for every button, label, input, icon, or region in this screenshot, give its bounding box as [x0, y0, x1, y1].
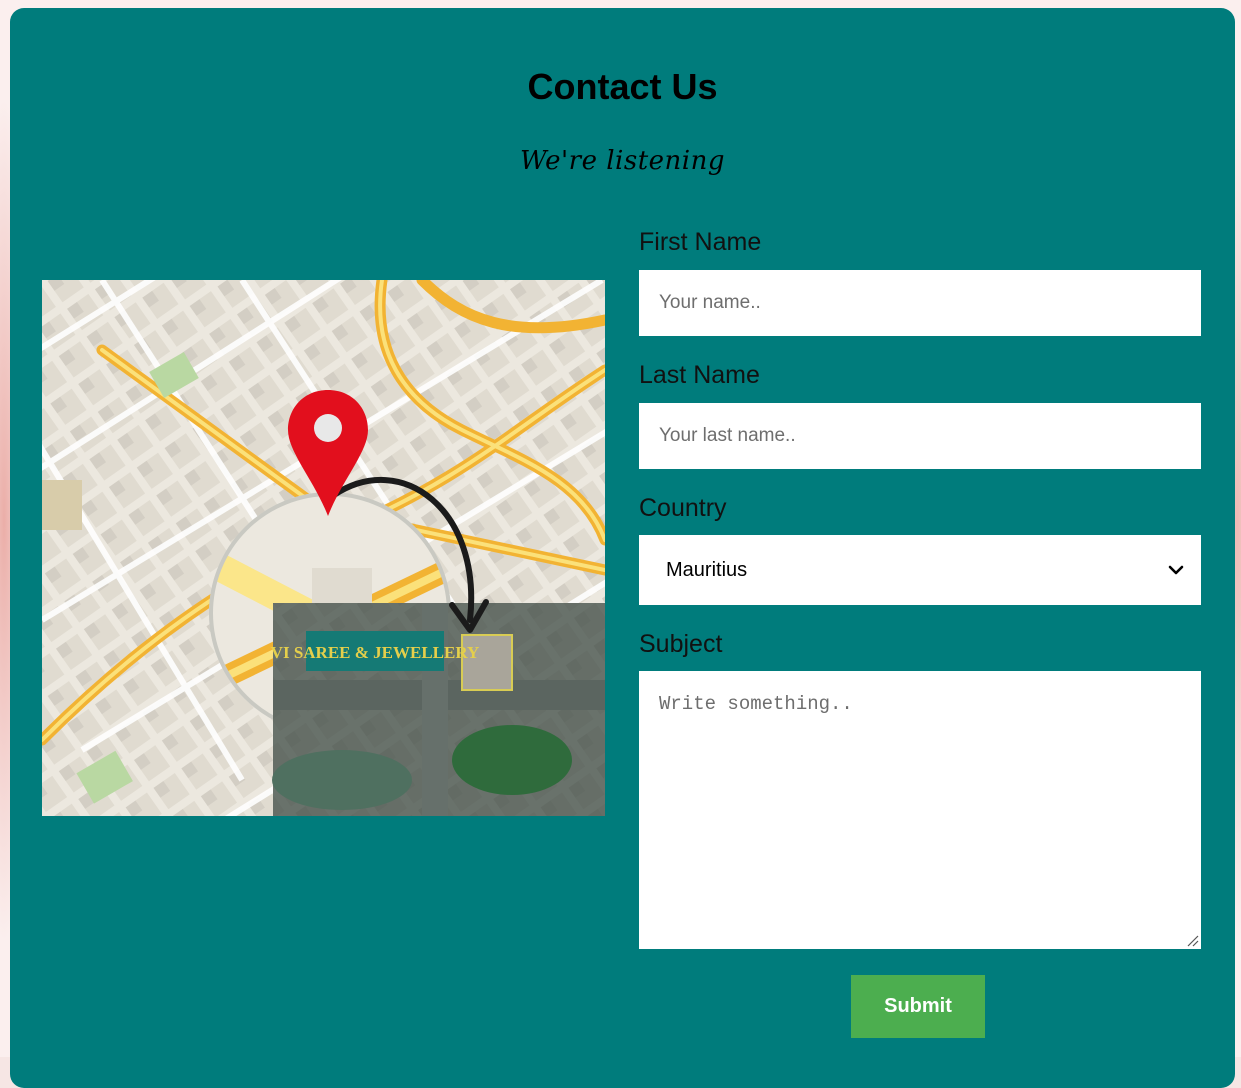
first-name-input[interactable] — [639, 270, 1201, 336]
banner-text: VI SAREE & JEWELLERY — [271, 643, 480, 662]
country-selected-value: Mauritius — [666, 558, 748, 581]
map-illustration: VI SAREE & JEWELLERY — [42, 280, 605, 816]
chevron-down-icon — [1168, 565, 1184, 575]
location-map-image: VI SAREE & JEWELLERY — [42, 280, 605, 816]
last-name-input[interactable] — [639, 403, 1201, 469]
submit-button[interactable]: Submit — [851, 975, 985, 1038]
page-subtitle: We're listening — [520, 146, 725, 176]
country-select[interactable]: Mauritius — [639, 535, 1201, 605]
subject-label: Subject — [639, 630, 723, 658]
contact-card: Contact Us We're listening VI SAREE & JE… — [10, 8, 1235, 1088]
subject-textarea[interactable] — [639, 671, 1201, 949]
last-name-label: Last Name — [639, 361, 760, 389]
country-label: Country — [639, 494, 727, 522]
page-title: Contact Us — [527, 66, 718, 107]
resize-handle-icon[interactable] — [1185, 933, 1199, 947]
first-name-label: First Name — [639, 228, 762, 256]
